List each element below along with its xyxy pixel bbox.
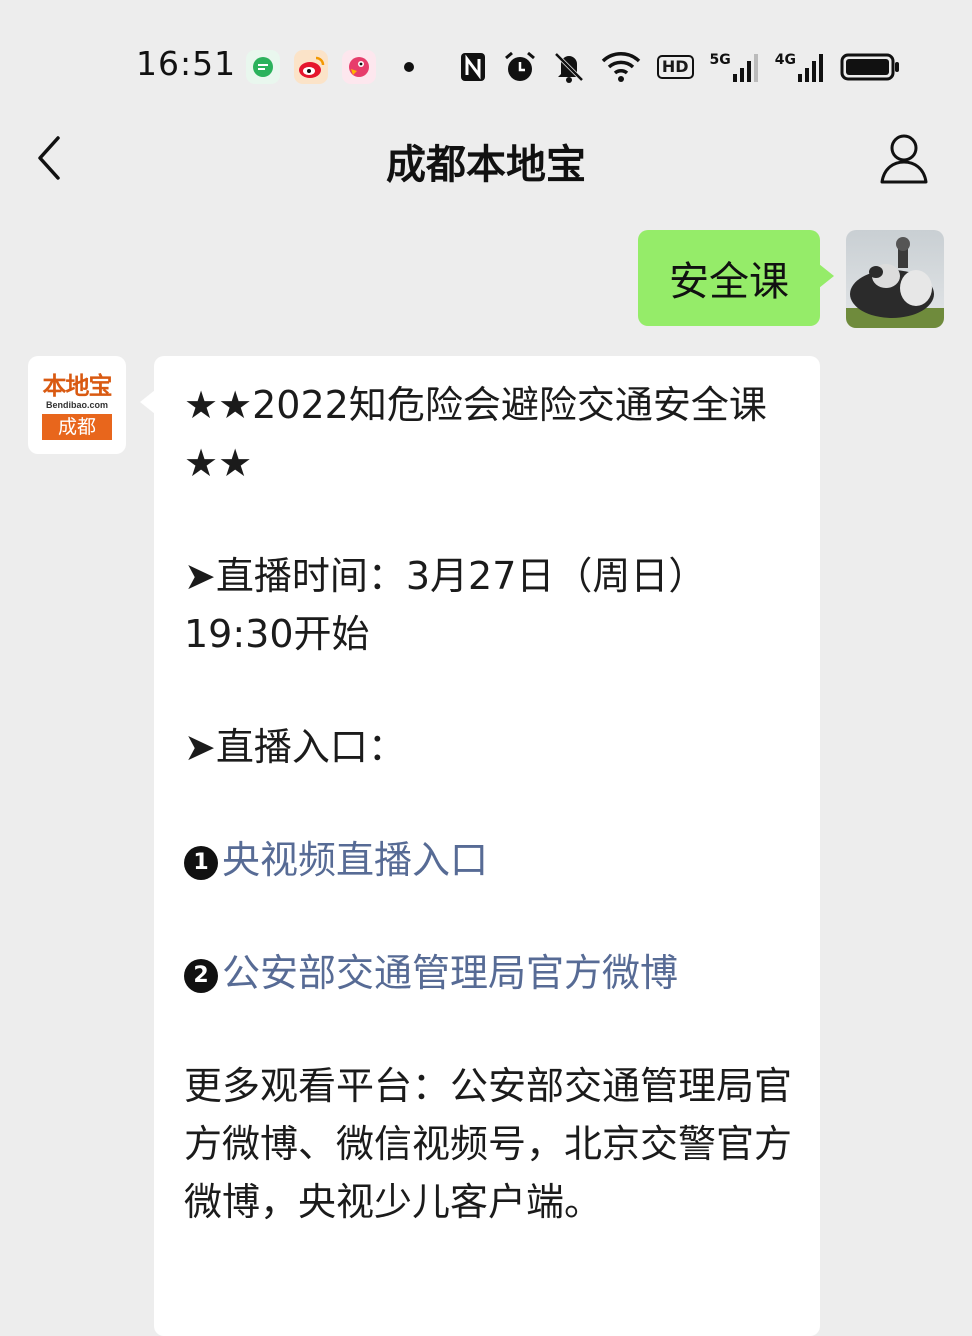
live-time: ➤直播时间：3月27日（周日）19:30开始 (184, 554, 707, 656)
signal-4g-icon: 4G (775, 48, 824, 86)
alarm-icon (503, 48, 537, 86)
more-notifications-dot (404, 62, 414, 72)
signal-5g-icon: 5G (710, 48, 759, 86)
user-avatar[interactable] (846, 230, 944, 328)
person-icon (880, 134, 928, 184)
mute-icon (553, 48, 585, 86)
weibo-icon (294, 50, 328, 84)
battery-icon (840, 48, 900, 86)
net-label-5g: 5G (709, 52, 731, 68)
link-item-2: 2 公安部交通管理局官方微博 (184, 944, 800, 1002)
logo-city-text: 成都 (42, 414, 112, 440)
bendibao-avatar[interactable]: 本地宝 Bendibao.com 成都 (28, 356, 126, 454)
incoming-bubble: ★★2022知危险会避险交通安全课★★ ➤直播时间：3月27日（周日）19:30… (140, 356, 820, 1336)
outgoing-text: 安全课 (669, 259, 789, 305)
hd-icon: HD (656, 48, 694, 86)
system-indicators: HD 5G 4G (459, 48, 900, 86)
nfc-icon (459, 48, 487, 86)
chat-header: 成都本地宝 (0, 118, 972, 198)
panda-sculpture-avatar (846, 230, 944, 328)
hd-label: HD (656, 55, 694, 79)
bird-app-icon (342, 50, 376, 84)
logo-domain-text: Bendibao.com (45, 400, 108, 410)
chat-bubble-icon (246, 50, 280, 84)
status-time: 16:51 (136, 44, 237, 83)
net-label-4g: 4G (774, 52, 796, 68)
link-item-1: 1 央视频直播入口 (184, 831, 800, 889)
number-badge-2: 2 (184, 959, 218, 993)
traffic-bureau-weibo-link[interactable]: 公安部交通管理局官方微博 (222, 951, 678, 995)
cctv-live-link[interactable]: 央视频直播入口 (222, 838, 488, 882)
more-platforms: 更多观看平台：公安部交通管理局官方微博、微信视频号，北京交警官方微博，央视少儿客… (184, 1064, 793, 1224)
logo-brand-text: 本地宝 (42, 371, 113, 400)
outgoing-message: 安全课 (638, 230, 944, 328)
chat-title: 成都本地宝 (386, 142, 586, 188)
status-bar: 16:51 HD 5G 4G (0, 0, 972, 120)
profile-button[interactable] (876, 130, 932, 186)
number-badge-1: 1 (184, 846, 218, 880)
course-title: ★★2022知危险会避险交通安全课★★ (184, 383, 767, 485)
wifi-icon (601, 48, 641, 86)
notification-app-icons (246, 50, 414, 84)
live-entry-label: ➤直播入口： (184, 725, 406, 769)
outgoing-bubble[interactable]: 安全课 (638, 230, 834, 326)
